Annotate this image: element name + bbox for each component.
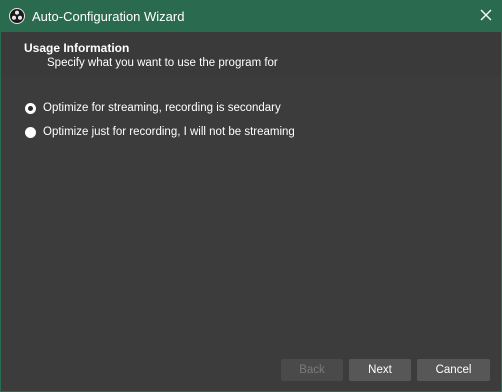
radio-label: Optimize just for recording, I will not … — [43, 126, 295, 138]
next-button[interactable]: Next — [349, 359, 411, 381]
back-button[interactable]: Back — [281, 359, 343, 381]
window-title: Auto-Configuration Wizard — [32, 9, 185, 24]
radio-button[interactable] — [25, 126, 36, 138]
obs-logo-icon — [9, 8, 25, 24]
wizard-header: Usage Information Specify what you want … — [1, 32, 501, 75]
radio-option-recording[interactable]: Optimize just for recording, I will not … — [25, 126, 295, 138]
wizard-body: Optimize for streaming, recording is sec… — [1, 75, 501, 391]
page-subtitle: Specify what you want to use the program… — [47, 57, 278, 69]
cancel-button[interactable]: Cancel — [417, 359, 490, 381]
title-bar: Auto-Configuration Wizard — [1, 1, 501, 32]
page-title: Usage Information — [24, 41, 130, 55]
close-icon — [480, 8, 492, 26]
radio-option-streaming[interactable]: Optimize for streaming, recording is sec… — [25, 102, 281, 114]
radio-button-selected[interactable] — [25, 102, 36, 114]
wizard-window: Auto-Configuration Wizard Usage Informat… — [0, 0, 502, 392]
close-button[interactable] — [471, 1, 501, 32]
radio-label: Optimize for streaming, recording is sec… — [43, 102, 281, 114]
